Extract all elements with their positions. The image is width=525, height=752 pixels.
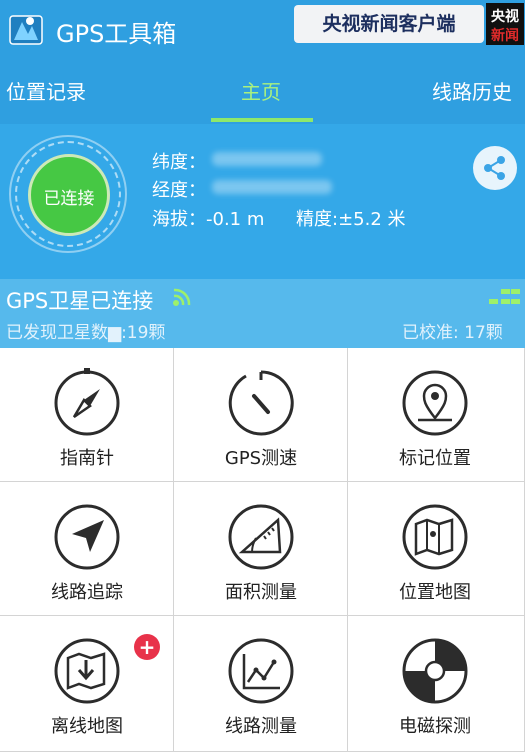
longitude-label: 经度：: [152, 180, 206, 201]
logo-line-1: 央视: [491, 9, 519, 25]
tool-route-tracking[interactable]: 线路追踪: [0, 482, 174, 616]
tool-label: 标记位置: [399, 448, 471, 469]
altitude-text: 海拔：-0.1 m: [152, 209, 265, 230]
satellites-calibrated-text: 已校准: 17颗: [402, 323, 503, 343]
gps-connected-title: GPS卫星已连接: [6, 289, 154, 313]
radar-icon: [402, 638, 468, 704]
watermark-text: 央视新闻客户端: [322, 13, 456, 35]
tool-label: 面积测量: [225, 582, 297, 603]
tool-compass[interactable]: 指南针: [0, 348, 174, 482]
tool-route-measure[interactable]: 线路测量: [174, 616, 348, 752]
longitude-value-blurred: [212, 180, 332, 194]
connect-button[interactable]: 已连接: [28, 154, 110, 236]
tab-route-history[interactable]: 线路历史: [432, 76, 512, 105]
map-icon: [402, 504, 468, 570]
tool-label: 电磁探测: [399, 716, 471, 737]
tool-area-measure[interactable]: 面积测量: [174, 482, 348, 616]
satellite-bars-icon: [489, 289, 520, 304]
new-badge: +: [134, 634, 160, 660]
tool-location-map[interactable]: 位置地图: [348, 482, 525, 616]
tool-emf-detect[interactable]: 电磁探测: [348, 616, 525, 752]
title-bar: GPS工具箱 央视新闻客户端 央视 新闻: [0, 0, 525, 58]
accuracy-text: 精度:±5.2 米: [296, 209, 406, 230]
tool-label: 线路追踪: [51, 582, 123, 603]
tool-label: 离线地图: [51, 716, 123, 737]
connect-label: 已连接: [43, 189, 95, 209]
app-logo-icon: [9, 15, 43, 45]
share-icon: [484, 156, 505, 180]
status-panel: 已连接 纬度： 经度： 海拔：-0.1 m 精度:±5.2 米: [0, 124, 525, 279]
tool-gps-speed[interactable]: GPS测速: [174, 348, 348, 482]
offline-map-icon: [54, 638, 120, 704]
watermark-banner: 央视新闻客户端: [294, 5, 484, 43]
tool-label: 指南针: [60, 448, 114, 469]
tool-grid: 指南针 GPS测速 标记位置 线路追踪 面积测量 位置地图 离线地图 线路测量 …: [0, 348, 525, 752]
route-chart-icon: [228, 638, 294, 704]
satellites-found-text: 已发现卫星数▆:19颗: [6, 323, 166, 343]
tool-label: 线路测量: [225, 716, 297, 737]
tool-label: 位置地图: [399, 582, 471, 603]
latitude-label: 纬度：: [152, 152, 206, 173]
gps-status-strip: GPS卫星已连接 已发现卫星数▆:19颗 已校准: 17颗: [0, 279, 525, 348]
tab-bar: 位置记录 主页 线路历史: [0, 58, 525, 124]
protractor-icon: [228, 504, 294, 570]
navigation-arrow-icon: [54, 504, 120, 570]
tool-label: GPS测速: [224, 448, 298, 469]
share-button[interactable]: [473, 146, 517, 190]
active-tab-indicator: [211, 118, 313, 122]
cctv-news-logo: 央视 新闻: [486, 3, 524, 45]
tab-location-records[interactable]: 位置记录: [6, 76, 86, 105]
signal-icon: [173, 288, 191, 306]
app-root: GPS工具箱 央视新闻客户端 央视 新闻 位置记录 主页 线路历史 已连接 纬度…: [0, 0, 525, 752]
map-pin-icon: [402, 370, 468, 436]
tab-home[interactable]: 主页: [241, 76, 281, 105]
compass-icon: [54, 368, 120, 436]
logo-line-2: 新闻: [491, 28, 519, 44]
speedometer-icon: [228, 370, 294, 436]
latitude-value-blurred: [212, 152, 322, 166]
tool-mark-location[interactable]: 标记位置: [348, 348, 525, 482]
app-title: GPS工具箱: [56, 20, 177, 48]
